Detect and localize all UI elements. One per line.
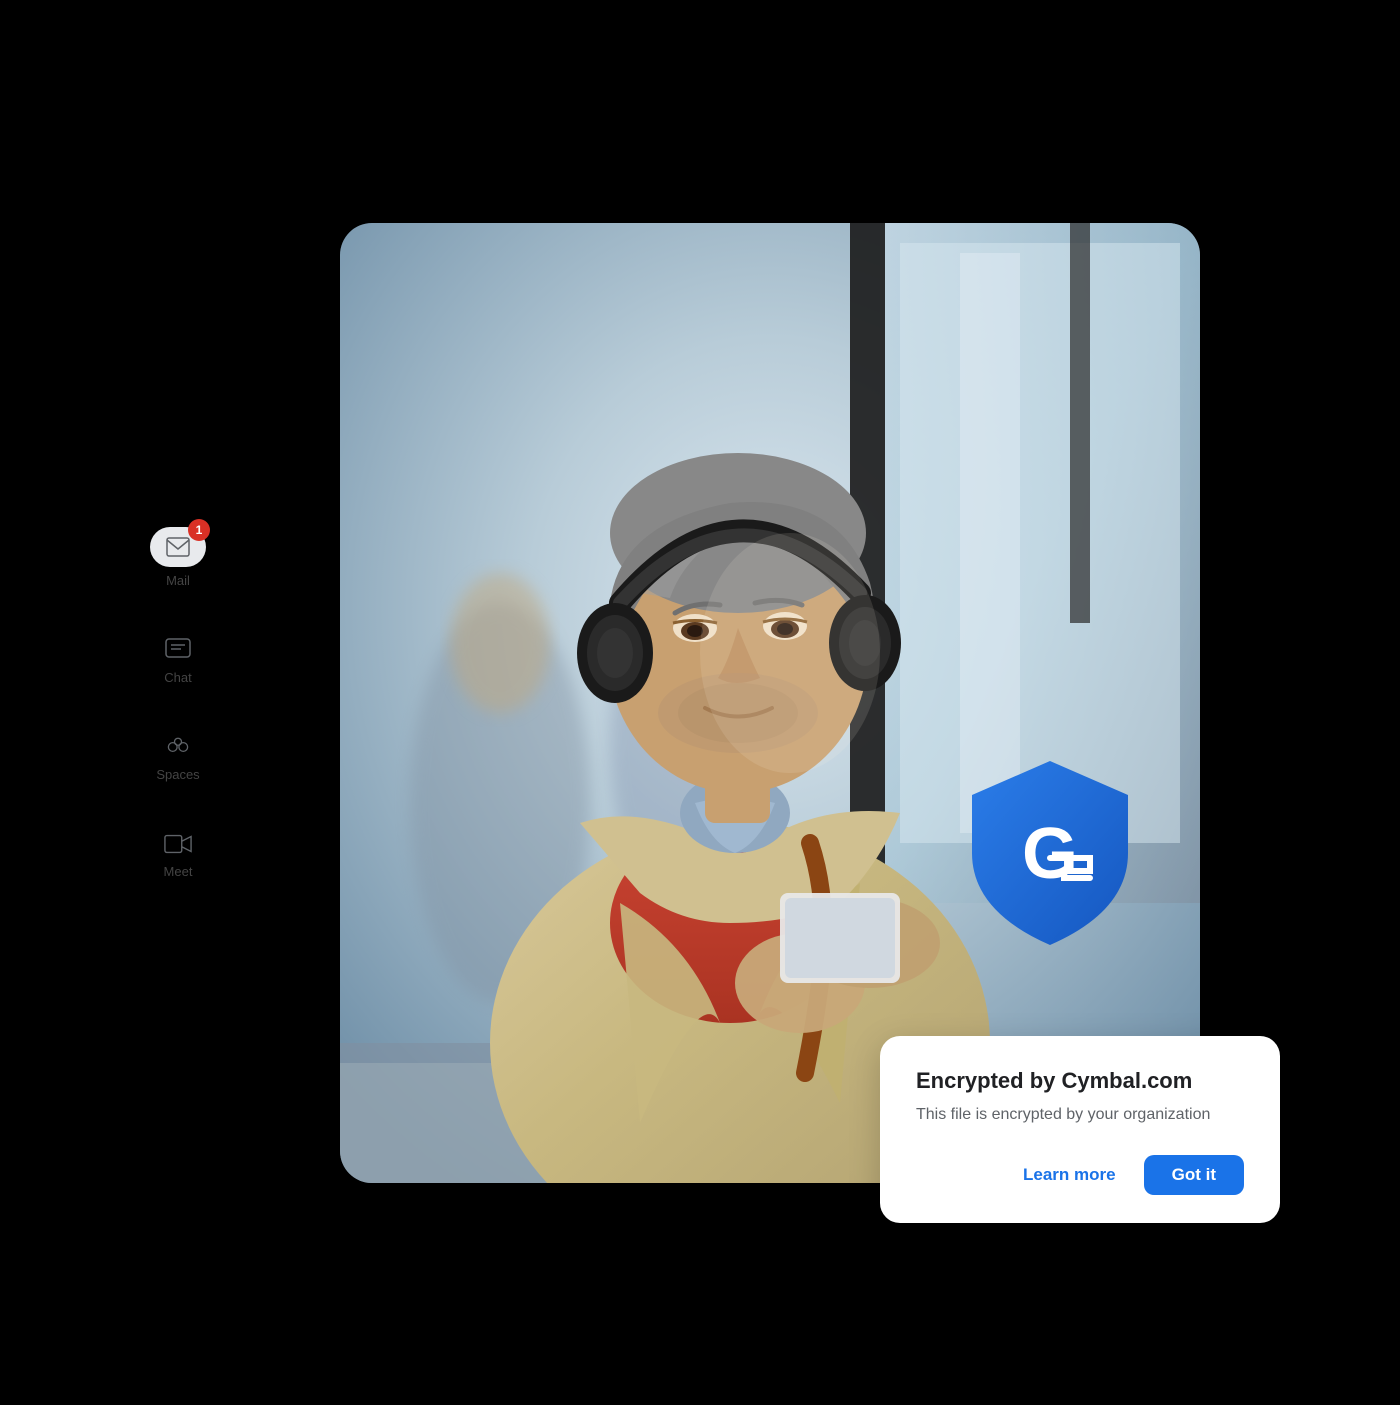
sidebar-spaces-label: Spaces	[156, 767, 199, 782]
sidebar-mail-label: Mail	[166, 573, 190, 588]
encryption-title: Encrypted by Cymbal.com	[916, 1068, 1244, 1094]
shield-wrap: G	[960, 753, 1140, 953]
sidebar-item-mail[interactable]: 1 Mail	[150, 527, 206, 588]
encryption-card: Encrypted by Cymbal.com This file is enc…	[880, 1036, 1280, 1222]
sidebar-item-meet[interactable]: Meet	[164, 830, 193, 879]
sidebar-item-spaces[interactable]: Spaces	[156, 733, 199, 782]
sidebar-meet-label: Meet	[164, 864, 193, 879]
learn-more-button[interactable]: Learn more	[1007, 1157, 1132, 1193]
main-scene: 1 Mail Chat S	[150, 153, 1250, 1253]
sidebar-item-chat[interactable]: Chat	[164, 636, 192, 685]
sidebar-chat-label: Chat	[164, 670, 191, 685]
encryption-description: This file is encrypted by your organizat…	[916, 1104, 1244, 1126]
got-it-button[interactable]: Got it	[1144, 1155, 1244, 1195]
mail-icon-pill[interactable]: 1	[150, 527, 206, 567]
svg-text:G: G	[1022, 814, 1078, 894]
chat-icon	[164, 636, 192, 664]
meet-icon	[164, 830, 192, 858]
encryption-actions: Learn more Got it	[916, 1155, 1244, 1195]
mail-badge: 1	[188, 519, 210, 541]
sidebar: 1 Mail Chat S	[150, 507, 206, 899]
mail-icon	[164, 533, 192, 561]
spaces-icon	[164, 733, 192, 761]
